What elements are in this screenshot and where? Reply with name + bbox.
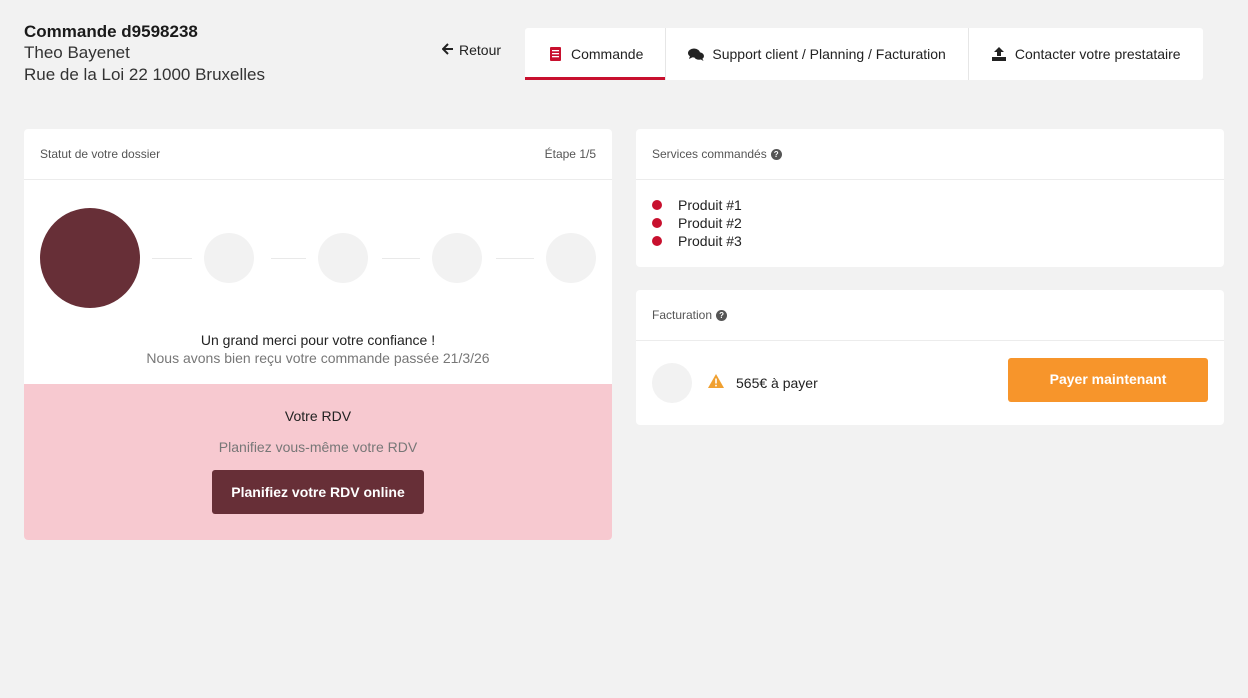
bullet-dot	[652, 236, 662, 246]
step-connector	[152, 258, 192, 259]
services-title: Services commandés	[652, 147, 767, 161]
help-icon[interactable]: ?	[770, 148, 782, 160]
status-title: Statut de votre dossier	[40, 147, 161, 161]
list-item: Produit #3	[652, 232, 1208, 250]
amount-text: 565€ à payer	[736, 374, 818, 391]
order-received-message: Nous avons bien reçu votre commande pass…	[146, 350, 490, 366]
step-5	[546, 233, 596, 283]
services-card-header: Services commandés ?	[636, 129, 1224, 180]
list-item: Produit #2	[652, 214, 1208, 232]
warning-icon	[708, 374, 724, 391]
step-indicator: Étape 1/5	[544, 147, 596, 161]
thanks-message: Un grand merci pour votre confiance !	[200, 332, 436, 348]
help-icon[interactable]: ?	[716, 309, 728, 321]
rdv-subtitle: Planifiez vous-même votre RDV	[218, 439, 418, 455]
upload-icon	[991, 46, 1007, 62]
main-tabs: Commande Support client / Planning / Fac…	[525, 28, 1203, 80]
tab-support[interactable]: Support client / Planning / Facturation	[666, 28, 969, 80]
tab-label: Contacter votre prestataire	[1014, 46, 1181, 62]
billing-card: Facturation ? 565€ à payer Payer mainten…	[636, 290, 1224, 425]
step-4	[432, 233, 482, 283]
rdv-title: Votre RDV	[284, 408, 352, 424]
back-link[interactable]: Retour	[441, 42, 502, 58]
status-card: Statut de votre dossier Étape 1/5 Un gra…	[24, 129, 612, 540]
tab-contact[interactable]: Contacter votre prestataire	[969, 28, 1203, 80]
amount-due: 565€ à payer	[708, 374, 818, 391]
bullet-dot	[652, 200, 662, 210]
bullet-dot	[652, 218, 662, 228]
order-header: Commande d9598238 Theo Bayenet Rue de la…	[24, 22, 265, 86]
billing-card-header: Facturation ?	[636, 290, 1224, 341]
step-connector	[382, 258, 420, 259]
step-2	[204, 233, 254, 283]
chat-icon	[688, 46, 705, 62]
services-card: Services commandés ? Produit #1 Produit …	[636, 129, 1224, 267]
order-id: Commande d9598238	[24, 22, 198, 41]
rdv-section: Votre RDV Planifiez vous-même votre RDV …	[24, 384, 612, 540]
customer-name: Theo Bayenet	[24, 43, 130, 62]
service-name: Produit #1	[678, 197, 742, 213]
service-name: Produit #2	[678, 215, 742, 231]
tab-label: Commande	[571, 46, 644, 62]
step-connector	[271, 258, 306, 259]
step-3	[318, 233, 368, 283]
progress-stepper	[24, 180, 612, 310]
billing-title: Facturation	[652, 308, 713, 322]
arrow-left-icon	[441, 42, 454, 58]
document-icon	[547, 46, 563, 62]
avatar	[652, 363, 692, 403]
pay-now-button[interactable]: Payer maintenant	[1008, 358, 1208, 402]
schedule-rdv-button[interactable]: Planifiez votre RDV online	[212, 470, 424, 514]
step-connector	[496, 258, 534, 259]
tab-commande[interactable]: Commande	[525, 28, 667, 80]
services-list: Produit #1 Produit #2 Produit #3	[636, 180, 1224, 250]
step-1	[40, 208, 140, 308]
service-name: Produit #3	[678, 233, 742, 249]
list-item: Produit #1	[652, 196, 1208, 214]
status-card-header: Statut de votre dossier Étape 1/5	[24, 129, 612, 180]
billing-body: 565€ à payer Payer maintenant	[636, 341, 1224, 425]
customer-address: Rue de la Loi 22 1000 Bruxelles	[24, 65, 265, 84]
tab-label: Support client / Planning / Facturation	[712, 46, 946, 62]
back-label: Retour	[459, 42, 502, 58]
